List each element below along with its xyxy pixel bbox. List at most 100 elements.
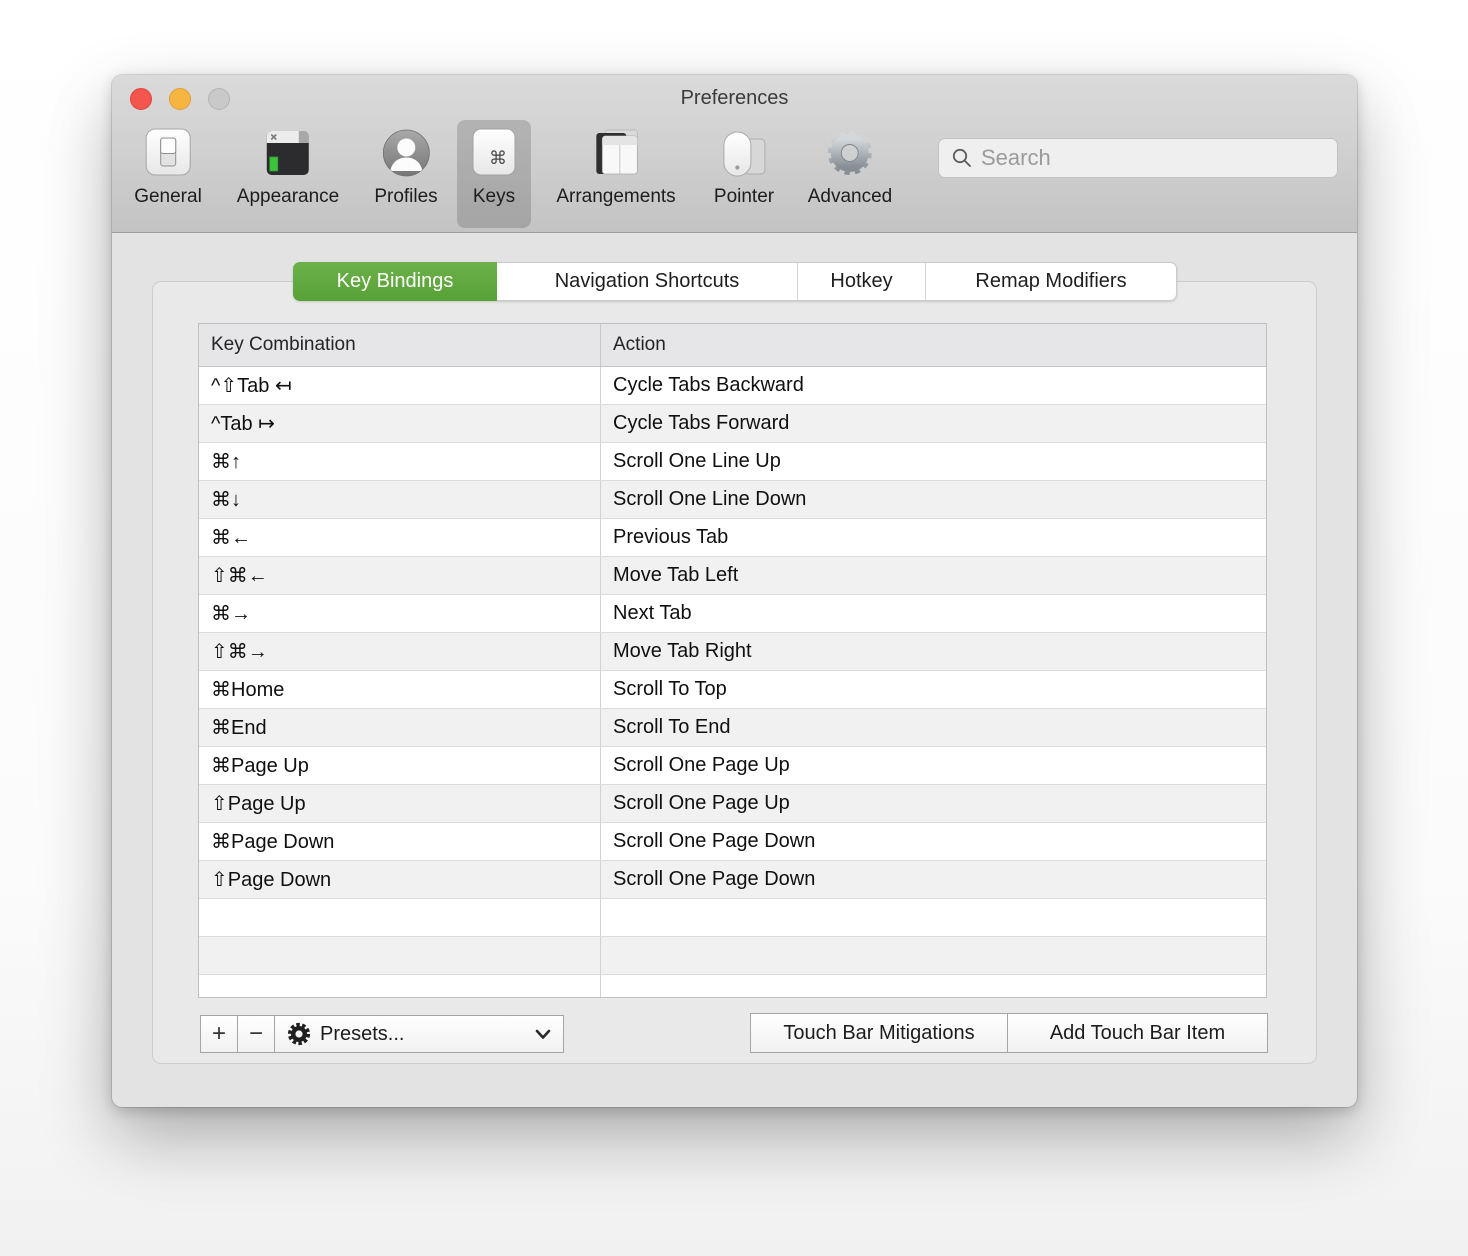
table-row[interactable]: ⌘↑Scroll One Line Up (199, 443, 1266, 481)
toolbar-item-pointer[interactable]: Pointer (706, 120, 782, 228)
plus-icon: + (212, 1020, 226, 1048)
chevron-down-icon (535, 1029, 551, 1040)
action-cell: Scroll One Page Down (601, 823, 1266, 860)
toolbar-item-label: Arrangements (556, 186, 675, 208)
tab-label: Navigation Shortcuts (555, 270, 740, 293)
table-row[interactable]: ⇧Page UpScroll One Page Up (199, 785, 1266, 823)
toolbar-item-advanced[interactable]: Advanced (800, 120, 901, 228)
key-combination-cell: ⇧⌘← (199, 557, 601, 594)
presets-label: Presets... (320, 1023, 404, 1046)
add-binding-button[interactable]: + (200, 1015, 238, 1053)
search-input[interactable] (938, 138, 1338, 178)
toolbar-item-label: Advanced (808, 186, 893, 208)
toolbar-item-general[interactable]: General (126, 120, 210, 228)
touch-bar-mitigations-button[interactable]: Touch Bar Mitigations (750, 1013, 1008, 1053)
table-row[interactable]: ^⇧Tab ↤Cycle Tabs Backward (199, 367, 1266, 405)
advanced-gear-icon (821, 126, 879, 184)
toolbar-item-label: General (134, 186, 202, 208)
toolbar-item-label: Appearance (237, 186, 339, 208)
action-cell: Scroll To Top (601, 671, 1266, 708)
appearance-window-icon (259, 126, 317, 184)
key-combination-cell: ⌘End (199, 709, 601, 746)
table-row[interactable]: ⌘←Previous Tab (199, 519, 1266, 557)
table-row[interactable]: ⌘→Next Tab (199, 595, 1266, 633)
table-row[interactable]: ⇧⌘←Move Tab Left (199, 557, 1266, 595)
toolbar-item-label: Pointer (714, 186, 774, 208)
table-row[interactable]: ⌘↓Scroll One Line Down (199, 481, 1266, 519)
key-combination-cell: ⌘↓ (199, 481, 601, 518)
key-bindings-table: Key Combination Action ^⇧Tab ↤Cycle Tabs… (198, 323, 1267, 998)
action-cell: Previous Tab (601, 519, 1266, 556)
table-row[interactable]: ⇧⌘→Move Tab Right (199, 633, 1266, 671)
table-row[interactable]: ⇧Page DownScroll One Page Down (199, 861, 1266, 899)
window-chrome: Preferences General (112, 75, 1357, 233)
action-cell: Cycle Tabs Forward (601, 405, 1266, 442)
key-combination-cell: ⌘Page Up (199, 747, 601, 784)
minus-icon: − (249, 1020, 263, 1048)
action-cell: Move Tab Left (601, 557, 1266, 594)
action-cell: Move Tab Right (601, 633, 1266, 670)
action-cell: Scroll One Page Down (601, 861, 1266, 898)
key-combination-cell: ⌘↑ (199, 443, 601, 480)
action-cell: Scroll One Page Up (601, 785, 1266, 822)
key-combination-cell: ⇧Page Down (199, 861, 601, 898)
toolbar-item-keys[interactable]: ⌘ Keys (457, 120, 531, 228)
action-cell: Scroll To End (601, 709, 1266, 746)
svg-text:⌘: ⌘ (489, 148, 507, 169)
toolbar-item-profiles[interactable]: Profiles (366, 120, 445, 228)
action-cell: Scroll One Line Up (601, 443, 1266, 480)
column-header-key-combination[interactable]: Key Combination (199, 324, 601, 366)
key-combination-cell: ⌘Home (199, 671, 601, 708)
action-cell: Cycle Tabs Backward (601, 367, 1266, 404)
table-row[interactable]: ⌘Page DownScroll One Page Down (199, 823, 1266, 861)
table-row-empty[interactable] (199, 975, 1266, 997)
action-cell: Scroll One Line Down (601, 481, 1266, 518)
gear-icon (287, 1022, 311, 1046)
tab-label: Key Bindings (337, 270, 454, 293)
key-combination-cell: ⇧Page Up (199, 785, 601, 822)
table-header: Key Combination Action (199, 324, 1266, 367)
action-cell (601, 937, 1266, 974)
table-row[interactable]: ⌘Page UpScroll One Page Up (199, 747, 1266, 785)
key-combination-cell (199, 899, 601, 936)
general-switch-icon (139, 126, 197, 184)
table-row[interactable]: ⌘HomeScroll To Top (199, 671, 1266, 709)
key-combination-cell: ⌘← (199, 519, 601, 556)
key-combination-cell: ⌘Page Down (199, 823, 601, 860)
table-edit-controls: + − Presets... (200, 1015, 564, 1053)
button-label: Add Touch Bar Item (1050, 1022, 1225, 1045)
column-header-action[interactable]: Action (601, 324, 1266, 366)
tab-remap-modifiers[interactable]: Remap Modifiers (925, 262, 1177, 301)
key-combination-cell: ^⇧Tab ↤ (199, 367, 601, 404)
key-combination-cell (199, 975, 601, 997)
toolbar-item-appearance[interactable]: Appearance (229, 120, 347, 228)
tab-label: Hotkey (830, 270, 892, 293)
tab-key-bindings[interactable]: Key Bindings (293, 262, 497, 301)
presets-dropdown[interactable]: Presets... (274, 1015, 564, 1053)
key-combination-cell: ⌘→ (199, 595, 601, 632)
tab-label: Remap Modifiers (975, 270, 1126, 293)
action-cell: Scroll One Page Up (601, 747, 1266, 784)
action-cell (601, 899, 1266, 936)
button-label: Touch Bar Mitigations (783, 1022, 974, 1045)
table-row[interactable]: ⌘EndScroll To End (199, 709, 1266, 747)
arrangements-windows-icon (587, 126, 645, 184)
keys-tabbar: Key Bindings Navigation Shortcuts Hotkey… (293, 262, 1177, 301)
key-combination-cell: ^Tab ↦ (199, 405, 601, 442)
key-combination-cell (199, 937, 601, 974)
tab-navigation-shortcuts[interactable]: Navigation Shortcuts (497, 262, 797, 301)
profiles-avatar-icon (377, 126, 435, 184)
action-cell: Next Tab (601, 595, 1266, 632)
search-icon (951, 147, 973, 169)
toolbar-item-label: Profiles (374, 186, 437, 208)
table-row[interactable]: ^Tab ↦Cycle Tabs Forward (199, 405, 1266, 443)
action-cell (601, 975, 1266, 997)
tab-hotkey[interactable]: Hotkey (797, 262, 925, 301)
add-touch-bar-item-button[interactable]: Add Touch Bar Item (1007, 1013, 1268, 1053)
table-row-empty[interactable] (199, 937, 1266, 975)
table-row-empty[interactable] (199, 899, 1266, 937)
key-combination-cell: ⇧⌘→ (199, 633, 601, 670)
keys-keycap-icon: ⌘ (465, 126, 523, 184)
toolbar-item-arrangements[interactable]: Arrangements (548, 120, 683, 228)
remove-binding-button[interactable]: − (237, 1015, 275, 1053)
